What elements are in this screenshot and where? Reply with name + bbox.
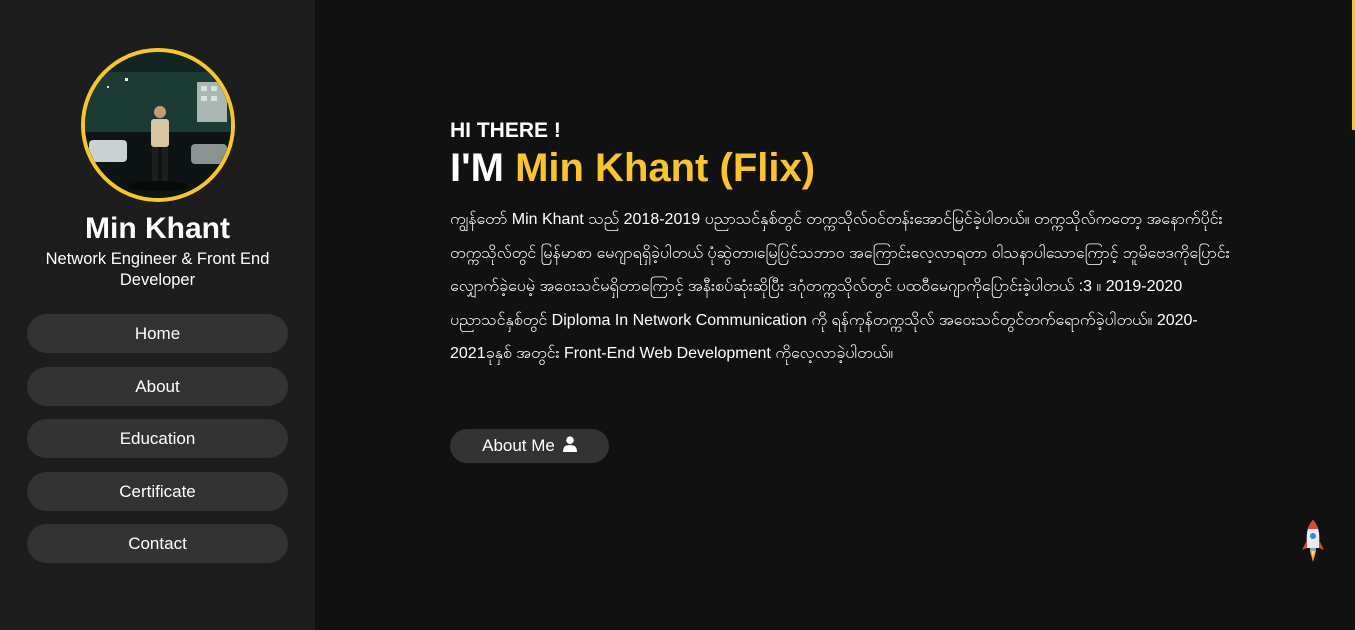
headline-prefix: I'M xyxy=(450,146,504,190)
about-me-button[interactable]: About Me xyxy=(450,429,609,463)
main-content: HI THERE ! I'M Min Khant (Flix) ကျွန်တော… xyxy=(315,0,1355,630)
greeting: HI THERE ! xyxy=(450,119,561,142)
nav-item-certificate[interactable]: Certificate xyxy=(27,471,288,511)
sidebar-nav: Home About Education Certificate Contact xyxy=(27,314,288,577)
headline-name: Min Khant (Flix) xyxy=(515,146,816,190)
user-icon xyxy=(562,435,577,457)
profile-role: Network Engineer & Front End Developer xyxy=(45,250,270,289)
avatar xyxy=(81,48,235,202)
about-me-label: About Me xyxy=(482,436,555,455)
nav-item-contact[interactable]: Contact xyxy=(27,524,288,563)
headline: I'M Min Khant (Flix) xyxy=(450,146,815,191)
nav-item-education[interactable]: Education xyxy=(27,419,288,458)
profile-name: Min Khant xyxy=(85,212,230,245)
nav-item-about[interactable]: About xyxy=(27,366,288,406)
nav-item-home[interactable]: Home xyxy=(27,314,288,353)
bio-text: ကျွန်တော် Min Khant သည် 2018-2019 ပညာသင်… xyxy=(450,211,1230,362)
sidebar: Min Khant Network Engineer & Front End D… xyxy=(0,0,315,630)
rocket-icon[interactable] xyxy=(1300,518,1326,566)
